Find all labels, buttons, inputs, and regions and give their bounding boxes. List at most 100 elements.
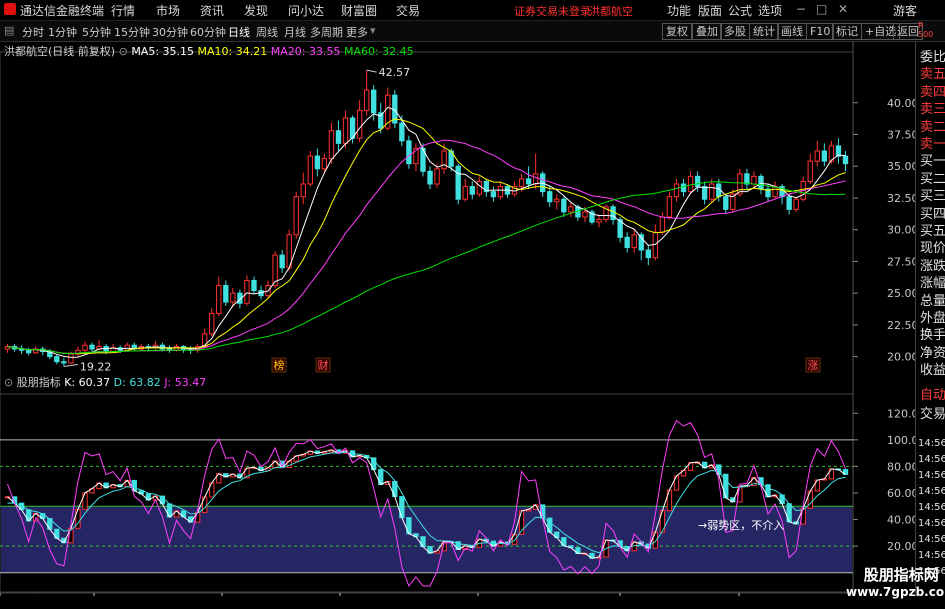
candle-body bbox=[82, 344, 88, 351]
menu-discover[interactable]: 发现 bbox=[244, 2, 268, 19]
price-tick-label: 27.50 bbox=[887, 255, 915, 268]
date-tick-label: 10 bbox=[225, 595, 239, 596]
low-price-label: 19.22 bbox=[80, 361, 112, 374]
menu-bar: 通达信金融终端 行情 市场 资讯 发现 问小达 财富圈 交易 证券交易未登录 洪… bbox=[0, 0, 945, 21]
app-logo-icon bbox=[4, 3, 16, 15]
adjust-button[interactable]: 复权 bbox=[662, 23, 692, 40]
kdj-legend: ⊙ 股朋指标 K: 60.37 D: 63.82 J: 53.47 bbox=[4, 374, 206, 390]
overlay-button[interactable]: 叠加 bbox=[692, 23, 722, 40]
maximize-icon[interactable]: □ bbox=[816, 2, 827, 16]
side-panel-field: 买二 bbox=[920, 171, 945, 187]
candle-body bbox=[751, 175, 757, 185]
multi-stock-button[interactable]: 多股 bbox=[720, 23, 750, 40]
legend-toggle-icon[interactable]: ⊙ bbox=[4, 376, 13, 389]
candle-body bbox=[659, 216, 666, 233]
price-tick-label: 40.00 bbox=[887, 97, 915, 110]
menu-wealth[interactable]: 财富圈 bbox=[341, 2, 377, 19]
legend-toggle-icon[interactable]: ⊙ bbox=[119, 45, 128, 58]
menu-market[interactable]: 市场 bbox=[156, 2, 180, 19]
f10-button[interactable]: F10 bbox=[806, 23, 835, 40]
candle-body bbox=[821, 150, 828, 162]
d-value: D: 63.82 bbox=[113, 376, 161, 389]
time-label: 14:56 bbox=[918, 518, 945, 529]
time-label: 14:56 bbox=[918, 486, 945, 497]
candle-body bbox=[230, 292, 236, 303]
candle-body bbox=[399, 122, 405, 142]
candle-body bbox=[687, 175, 694, 193]
period-intraday[interactable]: 分时 bbox=[22, 24, 44, 40]
event-mark: 财 bbox=[318, 358, 329, 372]
candle-body bbox=[645, 249, 651, 259]
kline-chart[interactable]: 40.00 37.50 35.00 32.50 30.00 27.50 25.00 22.50… bbox=[0, 42, 915, 596]
side-panel-field: 收益 bbox=[920, 363, 945, 379]
candle-body bbox=[842, 155, 849, 165]
period-daily[interactable]: 日线 bbox=[228, 24, 250, 40]
candle-body bbox=[335, 130, 342, 144]
menu-quotes[interactable]: 行情 bbox=[111, 2, 135, 19]
j-value: J: 53.47 bbox=[164, 376, 207, 389]
side-panel-field: 卖四 bbox=[920, 84, 945, 100]
period-15min[interactable]: 15分钟 bbox=[114, 24, 150, 40]
candle-body bbox=[596, 219, 602, 223]
menu-toggle-icon[interactable]: ▤ bbox=[4, 24, 14, 37]
side-panel-field: 买一 bbox=[920, 154, 945, 170]
period-5min[interactable]: 5分钟 bbox=[82, 24, 111, 40]
menu-layout[interactable]: 版面 bbox=[698, 2, 722, 19]
minimize-icon[interactable]: − bbox=[796, 2, 806, 16]
menu-trade[interactable]: 交易 bbox=[396, 2, 420, 19]
price-tick-label: 20.00 bbox=[887, 351, 915, 364]
side-panel-mode[interactable]: 自动 bbox=[920, 384, 945, 403]
side-panel-field: 外盘 bbox=[920, 311, 945, 326]
period-monthly[interactable]: 月线 bbox=[284, 24, 306, 40]
date-tick-label: 2 bbox=[742, 595, 749, 596]
side-panel-field: 买五 bbox=[920, 224, 945, 239]
draw-button[interactable]: 画线 bbox=[777, 23, 807, 40]
time-label: 14:56 bbox=[918, 502, 945, 513]
candle-body bbox=[723, 196, 729, 210]
candle-body bbox=[835, 145, 842, 157]
side-panel-mode[interactable]: 交易 bbox=[920, 403, 945, 422]
candle-body bbox=[490, 191, 497, 198]
candle-body bbox=[624, 236, 630, 248]
ma20-line bbox=[7, 139, 846, 354]
menu-formula[interactable]: 公式 bbox=[728, 2, 752, 19]
quote-side-panel: 委比 卖五 卖四 卖三 卖二 卖一 买一 买二 买三 买四 买五 现价 涨跌 涨幅 总量 外盘 换手 净资 收益 自动… bbox=[915, 42, 945, 596]
ma5-value: MA5: 35.15 bbox=[131, 45, 195, 58]
r500-num: 500 bbox=[918, 30, 934, 39]
price-tick-label: 37.50 bbox=[887, 129, 915, 142]
side-panel-field: 涨幅 bbox=[920, 276, 945, 292]
period-1min[interactable]: 1分钟 bbox=[48, 24, 77, 40]
mark-button[interactable]: 标记 bbox=[832, 23, 862, 40]
period-multi[interactable]: 多周期 bbox=[310, 24, 343, 40]
candle-body bbox=[356, 109, 363, 139]
side-panel-field: 委比 bbox=[920, 50, 945, 65]
candle-body bbox=[744, 173, 750, 185]
side-panel-field: 卖五 bbox=[920, 67, 945, 83]
candle-body bbox=[363, 89, 370, 111]
price-tick-label: 32.50 bbox=[887, 192, 915, 205]
candle-body bbox=[68, 353, 74, 364]
side-panel-field: 现价 bbox=[920, 241, 945, 257]
candle-body bbox=[554, 198, 560, 203]
period-30min[interactable]: 30分钟 bbox=[152, 24, 188, 40]
period-weekly[interactable]: 周线 bbox=[256, 24, 278, 40]
time-label: 14:56 bbox=[918, 438, 945, 449]
side-panel-field: 买三 bbox=[920, 189, 945, 205]
candle-body bbox=[209, 312, 215, 335]
menu-function[interactable]: 功能 bbox=[667, 2, 691, 19]
login-warning[interactable]: 证券交易未登录 bbox=[514, 3, 591, 19]
menu-options[interactable]: 选项 bbox=[758, 2, 782, 19]
time-label: 14:56 bbox=[918, 470, 945, 481]
period-60min[interactable]: 60分钟 bbox=[190, 24, 226, 40]
watermark-url: www.7gpzb.com bbox=[846, 585, 945, 599]
side-panel-field: 涨跌 bbox=[920, 258, 945, 274]
close-icon[interactable]: ✕ bbox=[838, 2, 848, 16]
chevron-down-icon[interactable]: ▾ bbox=[370, 24, 376, 37]
candle-body bbox=[321, 158, 328, 170]
menu-news[interactable]: 资讯 bbox=[200, 2, 224, 19]
menu-ask[interactable]: 问小达 bbox=[288, 2, 324, 19]
candle-body bbox=[455, 165, 461, 200]
guest-label[interactable]: 游客 bbox=[893, 2, 917, 19]
stats-button[interactable]: 统计 bbox=[749, 23, 779, 40]
period-more[interactable]: 更多 bbox=[346, 24, 368, 40]
